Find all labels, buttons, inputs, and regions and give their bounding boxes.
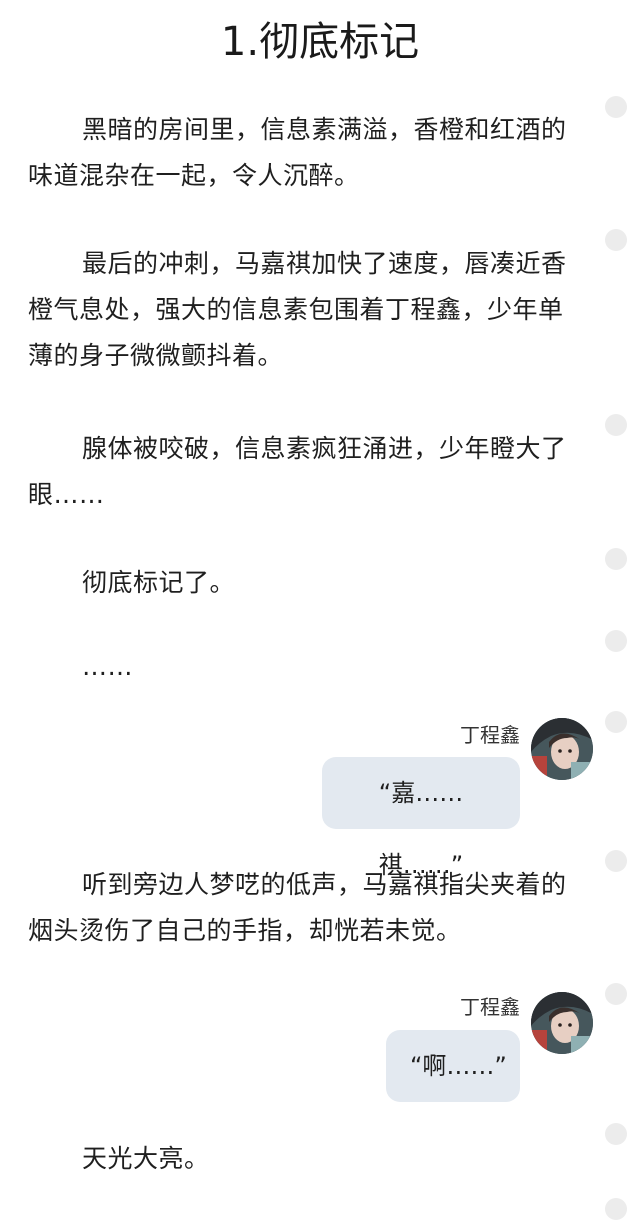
comment-dot-icon[interactable] — [605, 229, 627, 251]
avatar[interactable] — [531, 718, 593, 780]
paragraph: 腺体被咬破，信息素疯狂涌进，少年瞪大了眼…… — [28, 434, 567, 509]
comment-dot-icon[interactable] — [605, 548, 627, 570]
paragraph: 天光大亮。 — [82, 1144, 210, 1173]
avatar-image — [531, 718, 593, 780]
paragraph: 最后的冲刺，马嘉祺加快了速度，唇凑近香橙气息处，强大的信息素包围着丁程鑫，少年单… — [28, 249, 567, 370]
paragraph: …… — [82, 652, 133, 681]
avatar-image — [531, 992, 593, 1054]
reader-page: 1.彻底标记 黑暗的房间里，信息素满溢，香橙和红酒的味道混杂在一起，令人沉醉。 … — [0, 0, 640, 1220]
comment-dot-icon[interactable] — [605, 1123, 627, 1145]
comment-dot-icon[interactable] — [605, 711, 627, 733]
comment-dot-icon[interactable] — [605, 630, 627, 652]
chat-speaker-name: 丁程鑫 — [460, 723, 520, 747]
comment-dot-icon[interactable] — [605, 850, 627, 872]
paragraph: 彻底标记了。 — [82, 568, 236, 597]
comment-dot-icon[interactable] — [605, 1198, 627, 1220]
comment-dot-icon[interactable] — [605, 414, 627, 436]
paragraph: 听到旁边人梦呓的低声，马嘉祺指尖夹着的烟头烫伤了自己的手指，却恍若未觉。 — [28, 870, 567, 945]
comment-dot-icon[interactable] — [605, 96, 627, 118]
chat-bubble: “啊……” — [386, 1030, 520, 1102]
paragraph: 黑暗的房间里，信息素满溢，香橙和红酒的味道混杂在一起，令人沉醉。 — [28, 115, 567, 190]
avatar[interactable] — [531, 992, 593, 1054]
chapter-title: 1.彻底标记 — [220, 19, 420, 65]
chat-bubble: “嘉……祺……” — [322, 757, 520, 879]
comment-dot-icon[interactable] — [605, 983, 627, 1005]
chat-speaker-name: 丁程鑫 — [460, 995, 520, 1019]
